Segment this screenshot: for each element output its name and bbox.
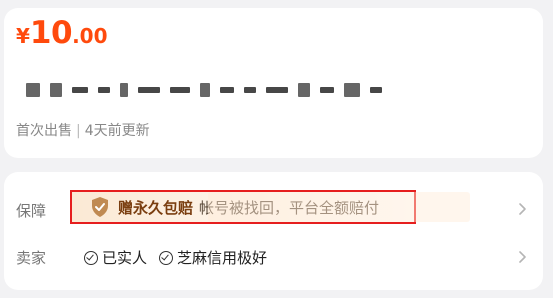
- check-circle-icon: [159, 250, 174, 265]
- meta-separator: |: [76, 123, 81, 139]
- seller-badges: 已实人 芝麻信用极好: [84, 247, 279, 268]
- guarantee-banner[interactable]: 赠永久包赔 帐号被找回，平台全额赔付: [70, 190, 416, 224]
- listing-meta: 首次出售 | 4天前更新: [16, 120, 150, 140]
- seller-label: 卖家: [16, 249, 47, 267]
- price-symbol: ¥: [16, 24, 30, 48]
- chevron-right-icon[interactable]: [517, 250, 527, 264]
- first-sale-text: 首次出售: [16, 123, 72, 139]
- check-circle-icon: [84, 250, 98, 265]
- seller-badge-label: 芝麻信用极好: [177, 249, 268, 267]
- guarantee-label: 保障: [16, 202, 47, 220]
- redacted-title: [26, 78, 404, 102]
- seller-badge-label: 已实人: [102, 249, 148, 267]
- seller-badge-credit: 芝麻信用极好: [159, 247, 267, 268]
- guarantee-description: 帐号被找回，平台全额赔付: [199, 198, 380, 217]
- guarantee-title: 赠永久包赔: [118, 198, 194, 217]
- shield-check-icon: [92, 197, 108, 217]
- chevron-right-icon[interactable]: [517, 202, 527, 216]
- price-integer: 10: [29, 15, 73, 51]
- price-decimal: .00: [72, 24, 108, 48]
- price: ¥10.00: [16, 18, 108, 49]
- seller-badge-verified: 已实人: [84, 247, 147, 268]
- updated-text: 4天前更新: [84, 123, 150, 139]
